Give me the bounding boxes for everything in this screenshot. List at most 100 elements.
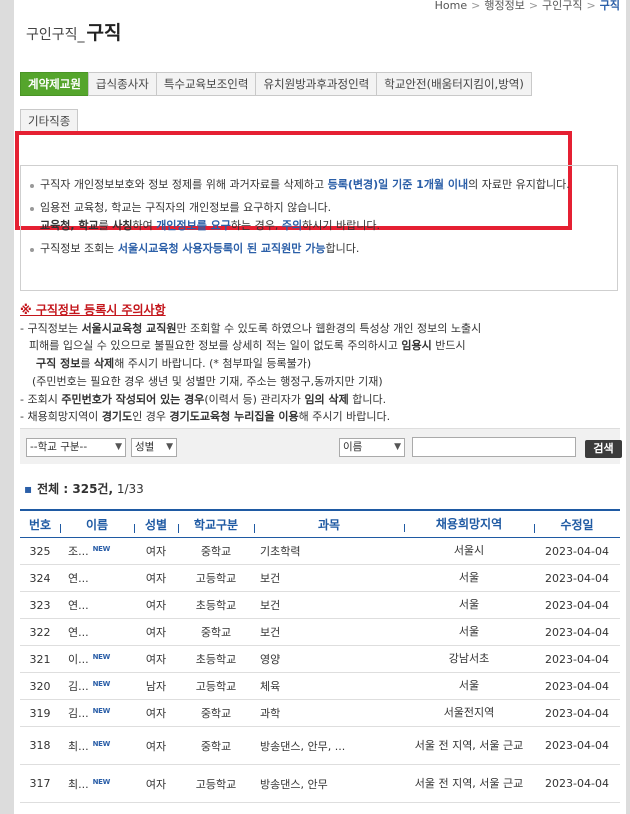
breadcrumb-separator: > xyxy=(471,0,481,12)
table-row[interactable]: 321 이... NEW 여자 초등학교 영양 강남서초 2023-04-04 xyxy=(20,646,620,673)
cell-subject: 영양 xyxy=(260,653,281,666)
new-badge-icon: NEW xyxy=(92,653,111,661)
tab-row-2: 기타직종 xyxy=(20,109,560,133)
cell-name[interactable]: 연... xyxy=(60,570,134,586)
breadcrumb-level2[interactable]: 구인구직 xyxy=(542,0,582,12)
cell-date: 2023-04-04 xyxy=(545,777,609,790)
breadcrumb-level1[interactable]: 행정정보 xyxy=(484,0,524,12)
cell-subject: 체육 xyxy=(260,680,281,693)
page-title-category: 구인구직_ xyxy=(26,27,85,43)
tab-row-1: 계약제교원 급식종사자 특수교육보조인력 유치원방과후과정인력 학교안전(배움터… xyxy=(20,72,560,96)
cell-region: 서울 xyxy=(458,679,480,692)
cell-gender: 여자 xyxy=(145,653,167,666)
tab-other-jobs[interactable]: 기타직종 xyxy=(20,109,79,133)
cell-gender: 여자 xyxy=(145,739,167,753)
cell-school-type: 고등학교 xyxy=(195,572,237,585)
cell-number: 320 xyxy=(29,679,51,693)
column-header-name: 이름 xyxy=(60,516,134,533)
new-badge-icon: NEW xyxy=(92,739,111,748)
cell-subject: 보건 xyxy=(260,626,281,639)
cell-subject: 과학 xyxy=(260,707,281,720)
cell-number: 317 xyxy=(29,777,51,790)
cell-name[interactable]: 연... xyxy=(60,624,134,640)
cell-date: 2023-04-04 xyxy=(545,571,609,585)
table-row[interactable]: 320 김... NEW 남자 고등학교 체육 서울 2023-04-04 xyxy=(20,673,620,700)
cell-date: 2023-04-04 xyxy=(545,739,609,752)
cell-name[interactable]: 김... NEW xyxy=(60,678,134,694)
tab-school-safety[interactable]: 학교안전(배움터지킴이,방역) xyxy=(376,72,532,96)
tab-special-education-aide[interactable]: 특수교육보조인력 xyxy=(155,72,257,96)
page-title: 구인구직_ 구직 xyxy=(26,18,122,45)
new-badge-icon: NEW xyxy=(92,707,111,715)
caution-line: - 조회시 주민번호가 작성되어 있는 경우(이력서 등) 관리자가 임의 삭제… xyxy=(20,392,387,406)
cell-region: 서울 xyxy=(458,598,480,611)
caution-section: ※ 구직정보 등록시 주의사항 - 구직정보는 서울시교육청 교직원만 조회할 … xyxy=(20,302,620,426)
cell-number: 321 xyxy=(29,652,51,666)
table-row[interactable]: 324 연... 여자 고등학교 보건 서울 2023-04-04 xyxy=(20,565,620,592)
notice-item: 구직자 개인정보보호와 정보 정제를 위해 과거자료를 삭제하고 등록(변경)일… xyxy=(29,176,609,194)
cell-region: 강남서초 xyxy=(448,652,490,665)
tab-meal-staff[interactable]: 급식종사자 xyxy=(87,72,157,96)
cell-region: 서울 전 지역, 서울 근교 xyxy=(414,776,524,790)
chevron-down-icon: ▼ xyxy=(166,442,173,452)
cell-gender: 남자 xyxy=(145,680,167,693)
cell-region: 서울 xyxy=(458,625,480,638)
cell-number: 323 xyxy=(29,598,51,612)
notice-box: 구직자 개인정보보호와 정보 정제를 위해 과거자료를 삭제하고 등록(변경)일… xyxy=(20,165,618,291)
cell-gender: 여자 xyxy=(145,777,167,791)
breadcrumb-separator: > xyxy=(586,0,596,12)
search-button[interactable]: 검색 xyxy=(585,440,622,458)
cell-gender: 여자 xyxy=(145,599,167,612)
cell-name[interactable]: 연... xyxy=(60,597,134,613)
caution-title: ※ 구직정보 등록시 주의사항 xyxy=(20,303,166,317)
caution-line: (주민번호는 필요한 경우 생년 및 성별만 기재, 주소는 행정구,동까지만 … xyxy=(32,374,383,388)
cell-subject: 방송댄스, 안무 xyxy=(260,777,328,791)
job-seeker-table: 번호 이름 성별 학교구분 과목 채용희망지역 수정일 325 조... NEW 여자… xyxy=(20,509,620,803)
gender-select[interactable]: 성별 ▼ xyxy=(131,438,177,457)
notice-item: 임용전 교육청, 학교는 구직자의 개인정보를 요구하지 않습니다. 교육청, 학… xyxy=(29,199,609,235)
cell-name[interactable]: 최... NEW xyxy=(60,738,134,754)
breadcrumb-separator: > xyxy=(528,0,539,12)
tab-contract-teacher[interactable]: 계약제교원 xyxy=(20,72,89,96)
cell-school-type: 중학교 xyxy=(200,626,232,639)
cell-date: 2023-04-04 xyxy=(545,652,609,666)
table-row[interactable]: 323 연... 여자 초등학교 보건 서울 2023-04-04 xyxy=(20,592,620,619)
notice-item: 구직정보 조회는 서울시교육청 사용자등록이 된 교직원만 가능합니다. xyxy=(29,240,609,258)
table-header: 번호 이름 성별 학교구분 과목 채용희망지역 수정일 xyxy=(20,509,620,538)
cell-gender: 여자 xyxy=(145,572,167,585)
chevron-down-icon: ▼ xyxy=(394,442,401,452)
caution-line: 피해를 입으실 수 있으므로 불필요한 정보를 상세히 적는 일이 없도록 주의… xyxy=(29,339,466,353)
cell-number: 322 xyxy=(29,625,51,639)
page-title-main: 구직 xyxy=(86,22,122,44)
search-field-select[interactable]: 이름 ▼ xyxy=(339,438,405,457)
cell-name[interactable]: 이... NEW xyxy=(60,651,134,667)
table-row[interactable]: 318 최... NEW 여자 중학교 방송댄스, 안무, ... 서울 전 지역, 서울 … xyxy=(20,727,620,765)
search-input[interactable] xyxy=(412,437,576,457)
total-count: ▪ 전체 : 325건, 1/33 xyxy=(24,482,144,496)
breadcrumb-home[interactable]: Home xyxy=(435,0,467,12)
new-badge-icon: NEW xyxy=(92,680,111,688)
cell-name[interactable]: 김... NEW xyxy=(60,705,134,721)
search-bar: --학교 구분-- ▼ 성별 ▼ 이름 ▼ 검색 xyxy=(20,428,622,464)
school-type-select[interactable]: --학교 구분-- ▼ xyxy=(26,438,126,457)
cell-name[interactable]: 조... NEW xyxy=(60,543,134,559)
page: Home > 행정정보 > 구인구직 > 구직 구인구직_ 구직 계약제교원 급식종사자 특수… xyxy=(14,0,626,814)
cell-school-type: 중학교 xyxy=(200,545,232,558)
tab-kindergarten-afterschool[interactable]: 유치원방과후과정인력 xyxy=(255,72,378,96)
table-row[interactable]: 319 김... NEW 여자 중학교 과학 서울전지역 2023-04-04 xyxy=(20,700,620,727)
cell-number: 319 xyxy=(29,706,51,720)
cell-name[interactable]: 최... NEW xyxy=(60,776,134,792)
caution-line: - 구직정보는 서울시교육청 교직원만 조회할 수 있도록 하였으나 웹환경의 … xyxy=(20,321,482,335)
cell-school-type: 고등학교 xyxy=(195,680,237,693)
table-body: 325 조... NEW 여자 중학교 기초학력 서울시 2023-04-04 324 연... 여… xyxy=(20,538,620,803)
cell-subject: 보건 xyxy=(260,599,281,612)
column-header-gender: 성별 xyxy=(134,516,178,533)
table-row[interactable]: 322 연... 여자 중학교 보건 서울 2023-04-04 xyxy=(20,619,620,646)
cell-region: 서울 전 지역, 서울 근교 xyxy=(414,738,524,752)
table-row[interactable]: 325 조... NEW 여자 중학교 기초학력 서울시 2023-04-04 xyxy=(20,538,620,565)
cell-gender: 여자 xyxy=(145,626,167,639)
cell-date: 2023-04-04 xyxy=(545,598,609,612)
cell-gender: 여자 xyxy=(145,545,167,558)
cell-number: 324 xyxy=(29,571,51,585)
table-row[interactable]: 317 최... NEW 여자 고등학교 방송댄스, 안무 서울 전 지역, 서울 근교 20… xyxy=(20,765,620,803)
